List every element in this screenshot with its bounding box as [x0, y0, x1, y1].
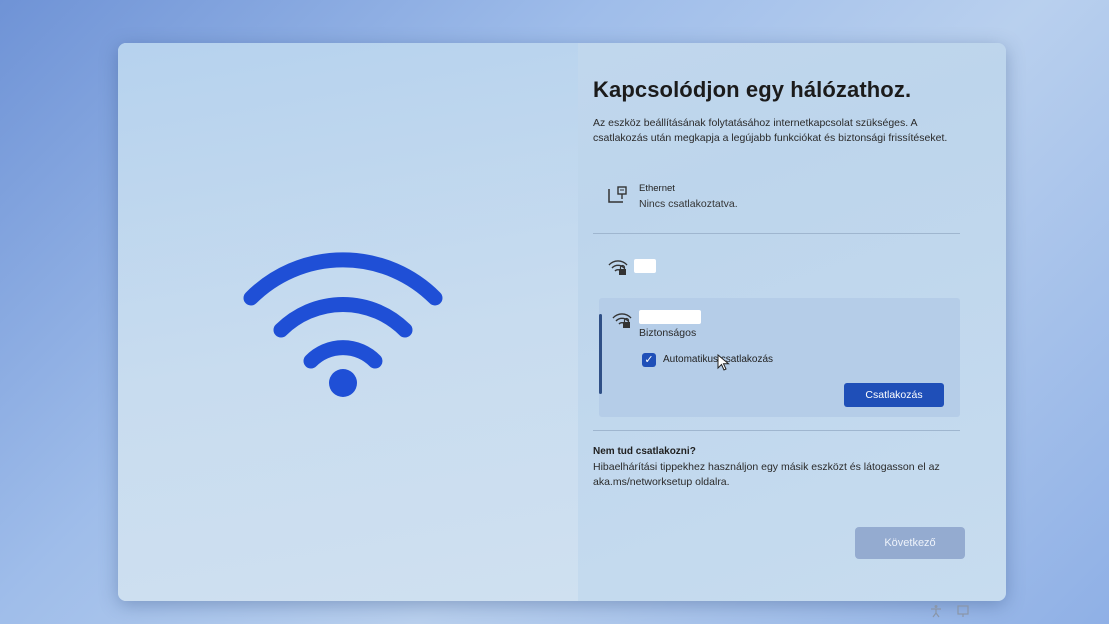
ethernet-icon: [608, 186, 627, 203]
network-security-label: Biztonságos: [639, 327, 697, 339]
selection-indicator: [599, 314, 602, 394]
wifi-network-item[interactable]: [607, 257, 967, 281]
ethernet-status: Nincs csatlakoztatva.: [639, 198, 738, 210]
divider: [593, 233, 960, 234]
selected-network[interactable]: Biztonságos ✓ Automatikus csatlakozás Cs…: [599, 298, 960, 417]
page-description: Az eszköz beállításának folytatásához in…: [593, 117, 948, 144]
network-name-redacted: [634, 259, 656, 273]
next-button[interactable]: Következő: [855, 527, 965, 559]
mouse-cursor-icon: [717, 354, 730, 371]
system-tray: [929, 604, 989, 618]
connect-button[interactable]: Csatlakozás: [844, 383, 944, 407]
network-name-redacted: [639, 310, 701, 324]
wifi-secured-icon: [608, 260, 628, 275]
accessibility-icon[interactable]: [929, 604, 943, 618]
help-text: Hibaelhárítási tippekhez használjon egy …: [593, 461, 940, 488]
help-title: Nem tud csatlakozni?: [593, 446, 696, 457]
network-status-icon[interactable]: [957, 604, 971, 618]
wifi-secured-icon: [612, 313, 632, 328]
oobe-screen: Kapcsolódjon egy hálózathoz. Az eszköz b…: [0, 0, 1109, 624]
divider: [593, 430, 960, 431]
network-pane: Kapcsolódjon egy hálózathoz. Az eszköz b…: [593, 43, 993, 601]
auto-connect-checkbox[interactable]: ✓: [642, 353, 656, 367]
wifi-illustration-icon: [243, 252, 443, 397]
illustration-pane: [118, 43, 578, 601]
page-title: Kapcsolódjon egy hálózathoz.: [593, 77, 912, 102]
setup-dialog: Kapcsolódjon egy hálózathoz. Az eszköz b…: [118, 43, 1006, 601]
ethernet-label: Ethernet: [639, 183, 675, 194]
ethernet-item[interactable]: Ethernet Nincs csatlakoztatva.: [607, 183, 967, 215]
